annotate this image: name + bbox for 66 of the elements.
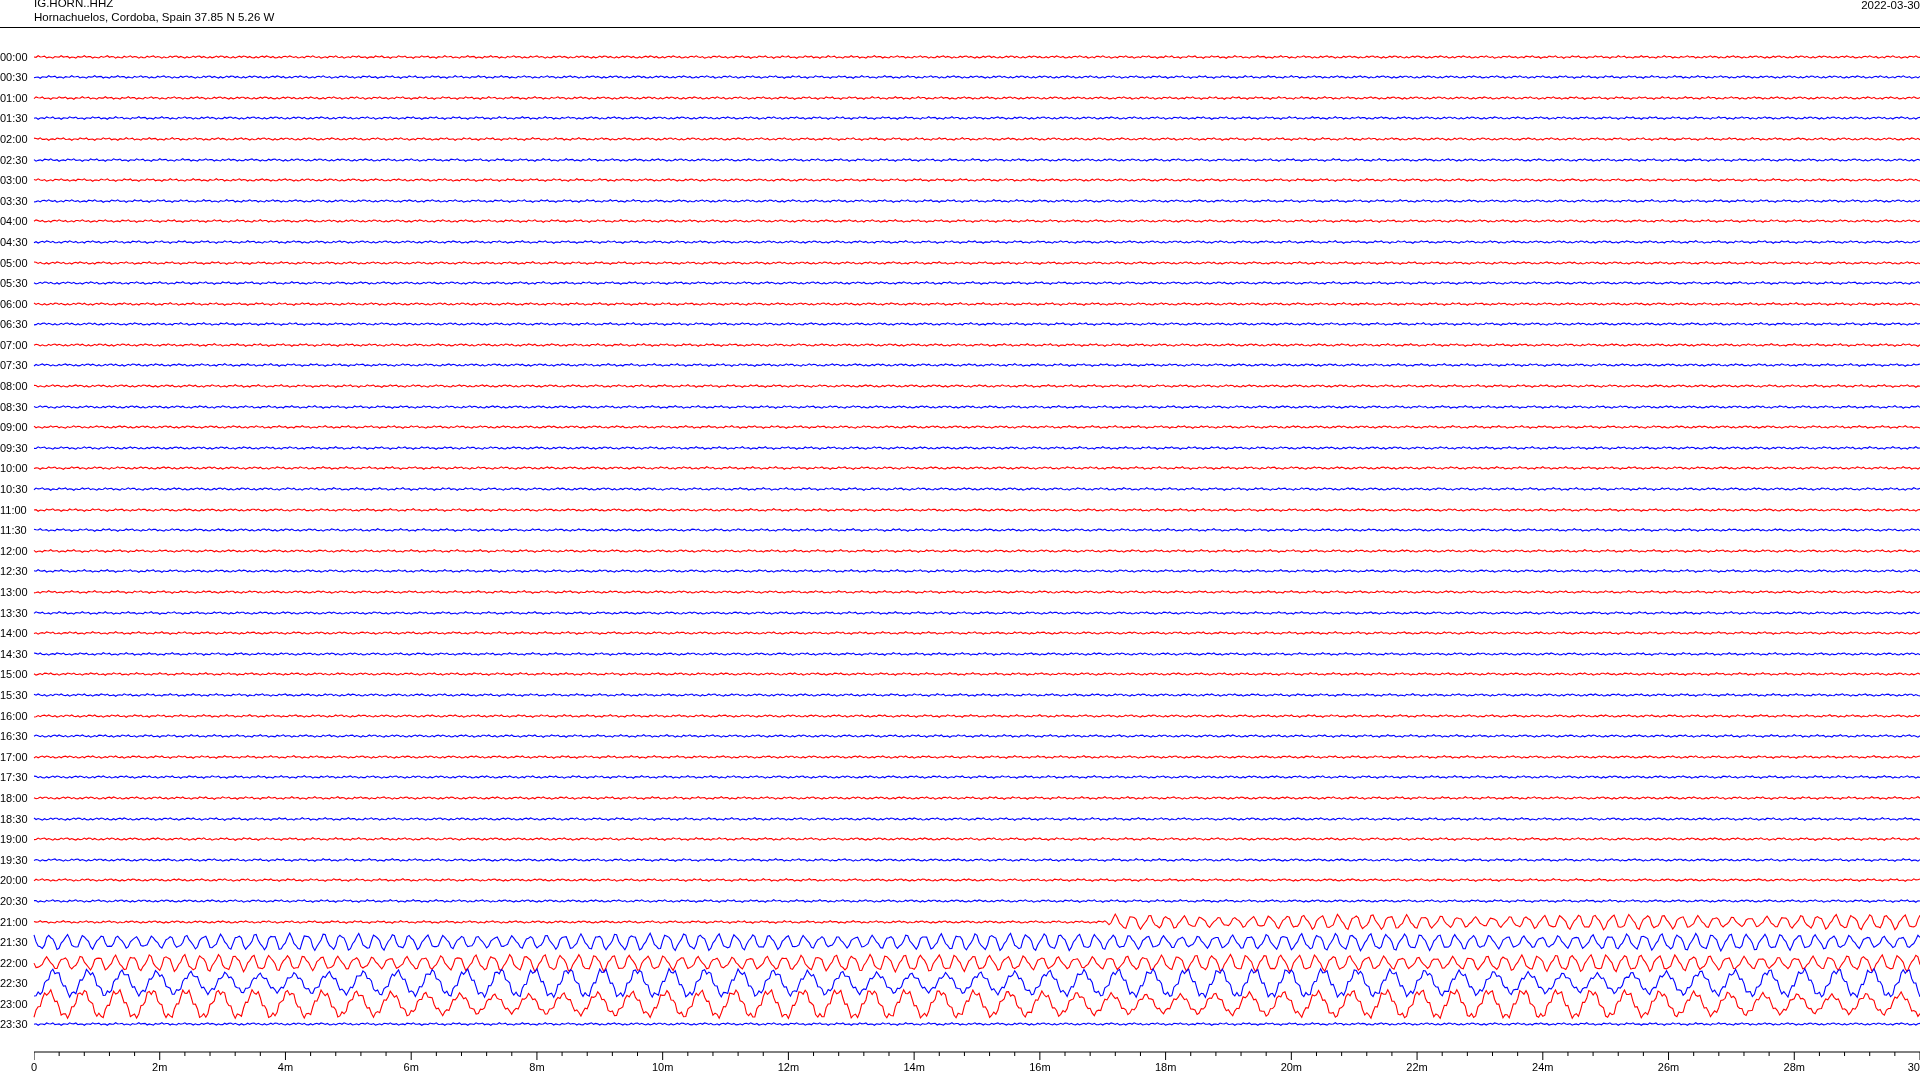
axis-tick-label: 6m [403, 1060, 419, 1073]
axis-tick-label: 16m [1029, 1060, 1051, 1073]
axis-tick-label: 4m [277, 1060, 294, 1073]
time-label: 16:30 [0, 730, 29, 743]
time-label: 01:30 [0, 112, 29, 125]
time-label: 11:30 [0, 524, 28, 537]
time-label: 16:00 [0, 709, 29, 722]
axis-tick-label: 26m [1657, 1060, 1680, 1073]
axis-tick-label: 2m [152, 1060, 168, 1073]
axis-tick-label: 24m [1532, 1060, 1554, 1073]
time-label: 19:30 [0, 853, 29, 866]
time-label: 14:30 [0, 647, 29, 660]
time-label: 02:00 [0, 132, 29, 145]
time-label: 23:00 [0, 997, 29, 1010]
time-label: 05:00 [0, 256, 29, 269]
time-label: 15:00 [0, 668, 29, 681]
axis-tick-label: 20m [1280, 1060, 1303, 1073]
time-label: 20:30 [0, 894, 29, 907]
time-label: 17:00 [0, 750, 29, 763]
time-label: 03:00 [0, 174, 29, 187]
axis-tick-label: 28m [1783, 1060, 1805, 1073]
time-label: 14:00 [0, 627, 29, 640]
time-label: 02:30 [0, 153, 29, 166]
time-label: 09:30 [0, 441, 29, 454]
time-label: 17:30 [0, 771, 29, 784]
time-label: 08:00 [0, 380, 29, 393]
axis-tick-label: 30 [1907, 1060, 1920, 1073]
time-label: 05:30 [0, 277, 29, 290]
time-label: 06:30 [0, 318, 29, 331]
time-label: 15:30 [0, 689, 29, 701]
station-location: Hornachuelos, Cordoba, Spain 37.85 N 5.26 W [34, 10, 275, 24]
axis-tick-label: 14m [903, 1060, 925, 1073]
axis-tick-label: 8m [529, 1060, 545, 1073]
axis-tick-label: 0 [30, 1060, 38, 1073]
time-label: 12:30 [0, 565, 29, 578]
time-label: 20:00 [0, 874, 29, 887]
time-label: 09:00 [0, 421, 29, 434]
time-label: 18:30 [0, 812, 29, 825]
axis-tick-label: 12m [777, 1060, 800, 1073]
time-label: 07:00 [0, 338, 29, 351]
time-label: 04:00 [0, 215, 29, 228]
time-label: 03:30 [0, 194, 29, 207]
axis-tick-label: 18m [1154, 1060, 1177, 1073]
time-label: 07:30 [0, 359, 29, 372]
time-label: 19:00 [0, 833, 29, 846]
time-label: 21:30 [0, 936, 29, 949]
time-label: 13:00 [0, 586, 29, 598]
time-label: 10:00 [0, 462, 29, 475]
time-label: 18:00 [0, 791, 29, 804]
time-label: 00:30 [0, 71, 29, 84]
axis-tick-label: 22m [1406, 1060, 1428, 1073]
time-label: 10:30 [0, 483, 29, 496]
time-label: 12:00 [0, 544, 29, 557]
time-label: 01:00 [0, 91, 29, 104]
time-label: 04:30 [0, 235, 29, 248]
time-label: 23:30 [0, 1018, 29, 1031]
time-label: 00:00 [0, 50, 29, 63]
time-label: 22:00 [0, 956, 29, 969]
time-label: 21:00 [0, 915, 29, 928]
time-label: 08:30 [0, 400, 29, 413]
time-label: 06:00 [0, 297, 29, 310]
record-date: 2022-03-30 [1861, 0, 1920, 13]
time-label: 11:00 [0, 503, 28, 516]
time-label: 13:30 [0, 606, 29, 619]
axis-tick-label: 10m [651, 1060, 674, 1073]
time-label: 22:30 [0, 977, 29, 990]
